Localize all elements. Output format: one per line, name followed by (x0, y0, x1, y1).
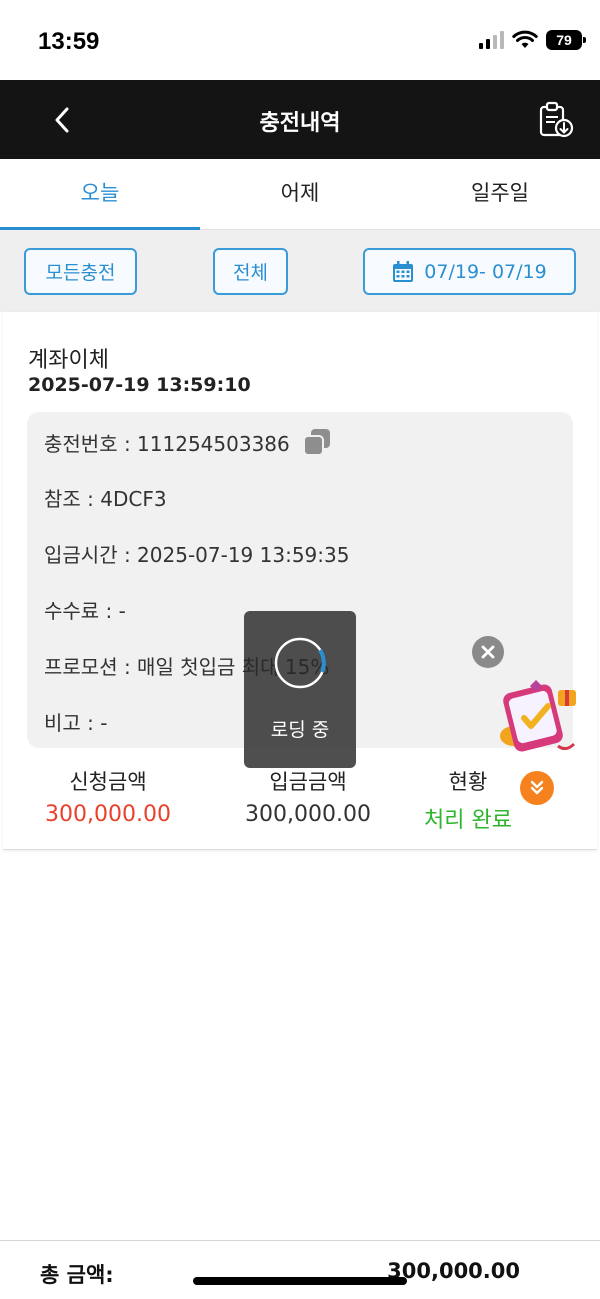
battery-icon: 79 (546, 30, 586, 50)
scope-filter-label: 전체 (233, 262, 268, 284)
close-icon (481, 645, 495, 659)
date-range-label: 07/19- 07/19 (424, 260, 547, 283)
record-type: 계좌이체 (28, 348, 109, 373)
loading-text: 로딩 중 (270, 719, 330, 741)
tab-today[interactable]: 오늘 (0, 159, 200, 230)
promo-gift-icon[interactable] (496, 676, 582, 760)
app-header: 충전내역 (0, 80, 600, 159)
detail-remark: 비고 : - (44, 711, 108, 735)
loading-spinner-icon (274, 637, 326, 689)
detail-deposit-time: 입금시간 : 2025-07-19 13:59:35 (44, 543, 350, 567)
expand-details-button[interactable] (520, 771, 554, 805)
scope-filter-button[interactable]: 전체 (213, 248, 288, 295)
tab-yesterday[interactable]: 어제 (200, 159, 400, 229)
requested-amount-value: 300,000.00 (45, 802, 171, 827)
status-bar: 13:59 79 (0, 0, 600, 80)
deposited-amount: 입금금액 300,000.00 (243, 766, 373, 827)
total-value: 300,000.00 (387, 1259, 520, 1283)
charge-record-card: 계좌이체 2025-07-19 13:59:10 충전번호 : 11125450… (3, 312, 597, 850)
status-label: 현황 (448, 770, 488, 794)
period-tabs: 오늘 어제 일주일 (0, 159, 600, 230)
status-time: 13:59 (38, 28, 100, 55)
detail-fee: 수수료 : - (44, 599, 126, 623)
cellular-signal-icon (479, 31, 504, 49)
double-chevron-down-icon (530, 780, 544, 795)
loading-overlay: 로딩 중 (244, 611, 356, 768)
status-icons: 79 (479, 30, 586, 50)
detail-reference: 참조 : 4DCF3 (44, 487, 167, 511)
export-record-button[interactable] (534, 98, 578, 142)
clipboard-download-icon (539, 101, 574, 138)
record-datetime: 2025-07-19 13:59:10 (28, 374, 251, 396)
wifi-icon (512, 30, 538, 48)
home-indicator[interactable] (193, 1277, 407, 1285)
detail-charge-number-text: 충전번호 : 111254503386 (44, 431, 290, 456)
detail-charge-number: 충전번호 : 111254503386 (44, 427, 332, 457)
page-title: 충전내역 (259, 111, 341, 136)
record-status: 현황 처리 완료 (413, 766, 523, 834)
requested-amount: 신청금액 300,000.00 (41, 766, 175, 827)
requested-amount-label: 신청금액 (69, 770, 147, 794)
battery-level: 79 (556, 32, 572, 48)
charge-type-filter-button[interactable]: 모든충전 (24, 248, 137, 295)
date-range-button[interactable]: 07/19- 07/19 (363, 248, 576, 295)
deposited-amount-label: 입금금액 (269, 770, 347, 794)
filter-bar: 모든충전 전체 07/19- 07/19 (0, 230, 600, 312)
calendar-icon (393, 260, 414, 282)
status-value: 처리 완료 (424, 808, 512, 833)
total-footer: 총 금액: 300,000.00 (0, 1240, 600, 1299)
copy-icon[interactable] (302, 427, 332, 457)
deposited-amount-value: 300,000.00 (245, 802, 371, 827)
promo-close-button[interactable] (472, 636, 504, 668)
tab-week[interactable]: 일주일 (400, 159, 600, 229)
charge-type-filter-label: 모든충전 (45, 262, 116, 284)
total-label: 총 금액: (40, 1263, 114, 1287)
